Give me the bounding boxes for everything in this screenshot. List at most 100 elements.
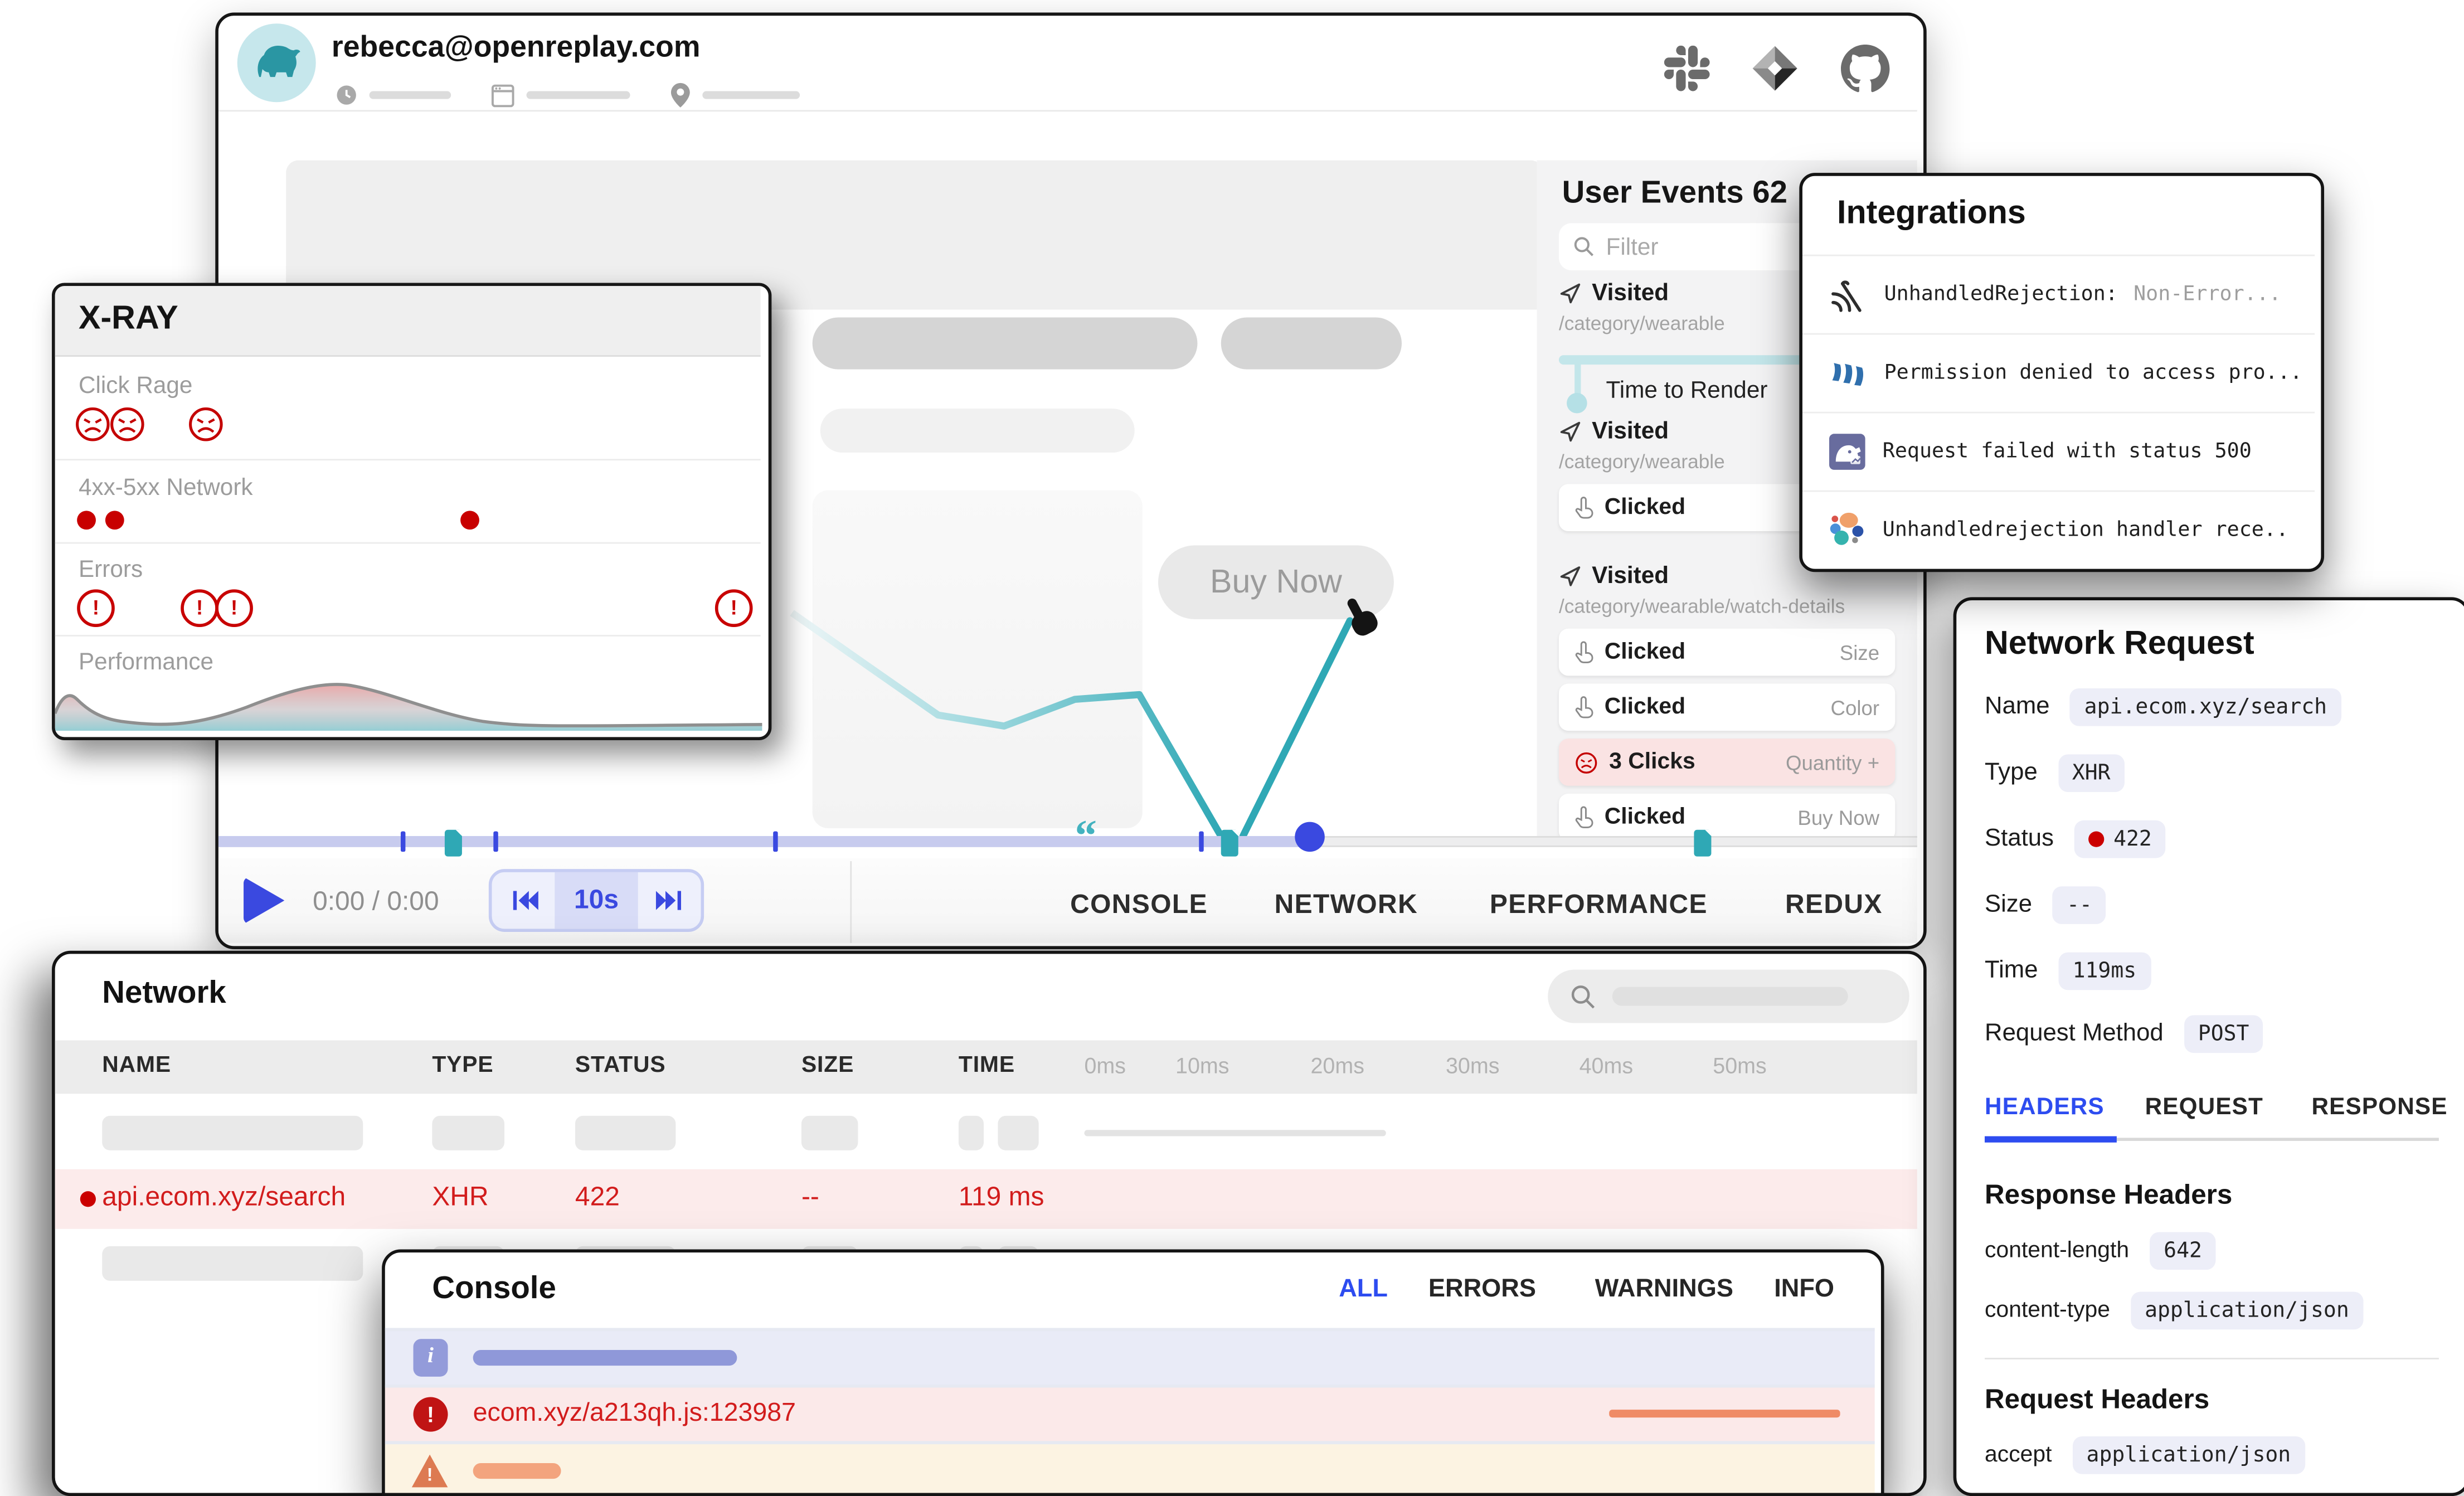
diamond-logo-icon[interactable] bbox=[1751, 44, 1799, 93]
integration-item-elastic[interactable]: Unhandledrejection handler rece.. bbox=[1802, 490, 2315, 569]
meta-bar bbox=[370, 91, 451, 99]
pointer-hand-cursor-icon bbox=[1339, 594, 1386, 644]
tab-console[interactable]: CONSOLE bbox=[1070, 890, 1208, 921]
skip-forward-button[interactable] bbox=[638, 872, 701, 929]
tab-performance[interactable]: PERFORMANCE bbox=[1490, 890, 1708, 921]
controls-divider bbox=[850, 861, 852, 943]
skeleton-cell bbox=[998, 1116, 1038, 1150]
network-error-dot[interactable] bbox=[460, 511, 479, 530]
slack-icon[interactable] bbox=[1664, 46, 1710, 91]
network-error-dot[interactable] bbox=[105, 511, 124, 530]
timeline-event-tick[interactable] bbox=[401, 832, 405, 852]
event-clicked[interactable]: ClickedBuy Now bbox=[1559, 794, 1895, 836]
col-time[interactable]: TIME bbox=[959, 1053, 1015, 1078]
svg-text:!: ! bbox=[427, 1465, 433, 1485]
console-tab-info[interactable]: INFO bbox=[1774, 1276, 1834, 1304]
skeleton-cell bbox=[801, 1116, 858, 1150]
tab-redux[interactable]: REDUX bbox=[1785, 890, 1883, 921]
console-tab-errors[interactable]: ERRORS bbox=[1428, 1276, 1536, 1304]
network-search-input[interactable] bbox=[1548, 970, 1909, 1023]
location-pin-icon bbox=[669, 82, 691, 109]
event-clicked[interactable]: ClickedSize bbox=[1559, 629, 1895, 676]
network-request-panel: Network Request Name api.ecom.xyz/search… bbox=[1953, 597, 2464, 1496]
skeleton-text-block bbox=[813, 318, 1198, 370]
skip-forward-icon bbox=[654, 888, 684, 913]
network-panel-title: Network bbox=[102, 976, 226, 1012]
datadog-icon bbox=[1828, 432, 1867, 471]
event-time-to-render[interactable]: Time to Render bbox=[1606, 377, 1768, 404]
row-error-dot bbox=[80, 1191, 96, 1207]
search-placeholder-bar bbox=[1612, 987, 1848, 1006]
col-size[interactable]: SIZE bbox=[801, 1053, 854, 1078]
field-size: Size -- bbox=[1985, 886, 2106, 924]
integration-item-sentry[interactable]: UnhandledRejection:Non-Error... bbox=[1802, 255, 2315, 333]
skip-back-button[interactable] bbox=[492, 872, 555, 929]
network-request-title: Network Request bbox=[1985, 625, 2254, 663]
col-status[interactable]: STATUS bbox=[575, 1053, 666, 1078]
timeline-event-tick[interactable] bbox=[1199, 832, 1203, 852]
warning-triangle-icon: ! bbox=[410, 1452, 449, 1490]
error-marker-icon[interactable]: ! bbox=[715, 589, 753, 627]
tab-network[interactable]: NETWORK bbox=[1275, 890, 1418, 921]
tab-request[interactable]: REQUEST bbox=[2145, 1094, 2263, 1120]
time-to-render-dot bbox=[1567, 393, 1587, 414]
col-type[interactable]: TYPE bbox=[432, 1053, 493, 1078]
skip-interval-label[interactable]: 10s bbox=[555, 872, 638, 929]
user-events-count: 62 bbox=[1752, 176, 1787, 211]
divider bbox=[55, 459, 761, 460]
response-header-entry: content-length 642 bbox=[1985, 1232, 2216, 1270]
console-error-row[interactable]: ! ecom.xyz/a213qh.js:123987 bbox=[385, 1385, 1875, 1441]
navigate-icon bbox=[1559, 420, 1582, 443]
integration-item-datadog[interactable]: Request failed with status 500 bbox=[1802, 412, 2315, 490]
tab-headers[interactable]: HEADERS bbox=[1985, 1094, 2105, 1120]
rhino-icon bbox=[250, 39, 303, 86]
event-visited[interactable]: Visited bbox=[1559, 418, 1669, 445]
event-visited[interactable]: Visited bbox=[1559, 280, 1669, 307]
github-icon[interactable] bbox=[1840, 44, 1890, 93]
user-events-title: User Events 62 bbox=[1562, 176, 1787, 212]
timeline-bookmark-marker[interactable] bbox=[1221, 830, 1238, 857]
error-marker-icon[interactable]: ! bbox=[77, 589, 115, 627]
console-info-row[interactable]: i bbox=[385, 1328, 1875, 1385]
timeline-quote-marker[interactable]: “ bbox=[1075, 813, 1097, 863]
session-meta bbox=[335, 82, 800, 109]
skeleton-text-block bbox=[1221, 318, 1402, 370]
error-marker-icon[interactable]: ! bbox=[181, 589, 218, 627]
col-name[interactable]: NAME bbox=[102, 1053, 171, 1078]
skeleton-cell bbox=[102, 1246, 363, 1281]
waterfall-tick: 10ms bbox=[1175, 1053, 1229, 1078]
timeline-bookmark-marker[interactable] bbox=[445, 830, 462, 857]
console-tab-warnings[interactable]: WARNINGS bbox=[1595, 1276, 1733, 1304]
field-request-method: Request Method POST bbox=[1985, 1015, 2263, 1053]
playhead[interactable] bbox=[1295, 822, 1325, 852]
skip-back-icon bbox=[508, 888, 538, 913]
integrations-panel: Integrations UnhandledRejection:Non-Erro… bbox=[1799, 173, 2324, 572]
network-error-dot[interactable] bbox=[77, 511, 96, 530]
play-button[interactable] bbox=[244, 877, 284, 924]
event-visited[interactable]: Visited bbox=[1559, 562, 1669, 589]
row-size: -- bbox=[801, 1182, 819, 1213]
integration-item-bugsnag[interactable]: Permission denied to access pro... bbox=[1802, 333, 2315, 412]
tab-response[interactable]: RESPONSE bbox=[2311, 1094, 2447, 1120]
network-error-row[interactable]: api.ecom.xyz/search XHR 422 -- 119 ms bbox=[55, 1169, 1917, 1229]
error-marker-icon[interactable]: ! bbox=[215, 589, 253, 627]
field-name-value: api.ecom.xyz/search bbox=[2070, 688, 2341, 726]
console-tab-all[interactable]: ALL bbox=[1339, 1276, 1388, 1304]
angry-face-icon bbox=[187, 405, 225, 443]
events-filter-input[interactable]: Filter bbox=[1559, 223, 1814, 270]
waterfall-bar bbox=[1084, 1130, 1386, 1136]
event-rage-clicks[interactable]: 3 ClicksQuantity + bbox=[1559, 739, 1895, 786]
timeline-event-tick[interactable] bbox=[493, 832, 498, 852]
timeline-event-tick[interactable] bbox=[773, 832, 777, 852]
event-url: /category/wearable bbox=[1559, 313, 1725, 334]
console-warning-row[interactable]: ! bbox=[385, 1441, 1875, 1496]
xray-panel: X-RAY Click Rage 4xx-5xx Network Errors … bbox=[52, 283, 771, 740]
playback-time: 0:00 / 0:00 bbox=[313, 886, 439, 917]
event-url: /category/wearable/watch-details bbox=[1559, 596, 1845, 618]
error-source: ecom.xyz/a213qh.js:123987 bbox=[473, 1398, 796, 1429]
clock-icon bbox=[335, 83, 358, 106]
divider bbox=[55, 635, 761, 637]
waterfall-tick: 0ms bbox=[1084, 1053, 1126, 1078]
timeline-bookmark-marker[interactable] bbox=[1694, 830, 1711, 857]
event-clicked[interactable]: ClickedColor bbox=[1559, 683, 1895, 731]
